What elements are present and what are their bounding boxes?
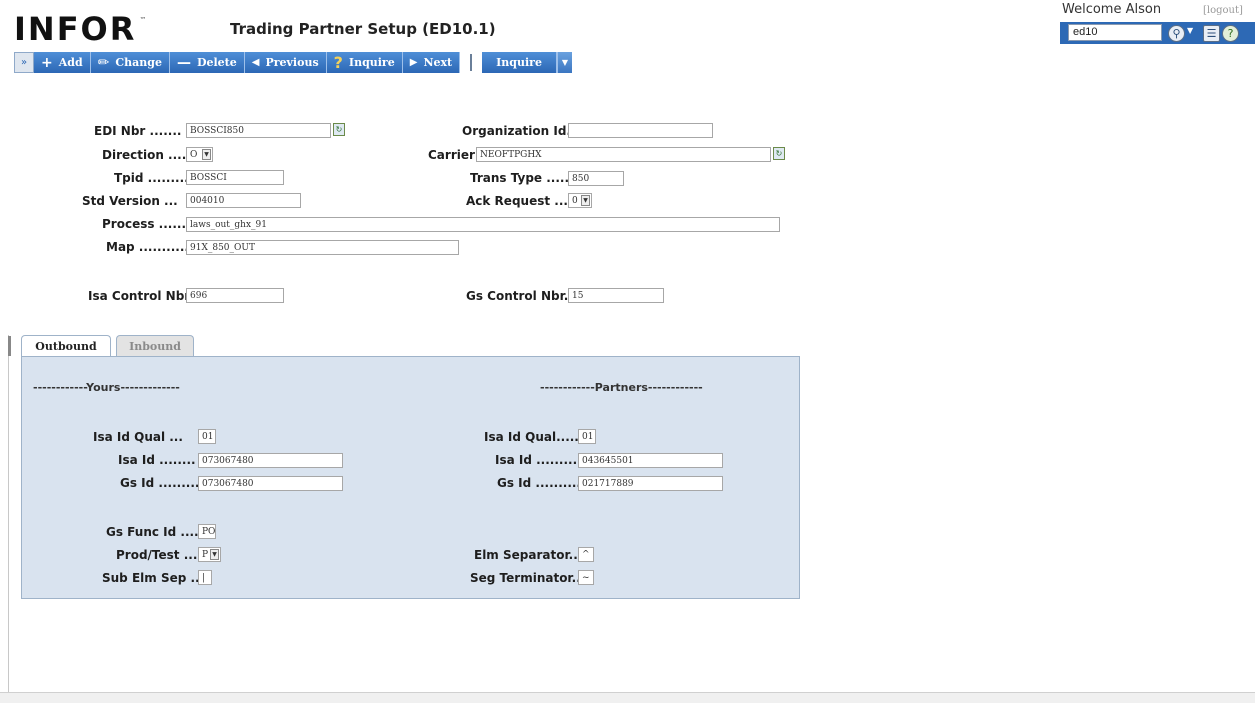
trans-type-label: Trans Type .....: [470, 171, 570, 185]
logo-trademark: ™: [139, 16, 147, 24]
chevron-down-icon[interactable]: ▼: [556, 52, 572, 73]
partners-isa-id-label: Isa Id .........: [495, 453, 578, 467]
org-id-field[interactable]: [568, 123, 713, 138]
next-button[interactable]: ▶ Next: [402, 52, 461, 73]
edi-nbr-field[interactable]: BOSSCI850: [186, 123, 331, 138]
elm-separator-label: Elm Separator...: [474, 548, 583, 562]
infor-logo: INFOR ™: [14, 12, 146, 46]
tab-inbound[interactable]: Inbound: [116, 335, 194, 357]
question-icon: ?: [333, 53, 343, 72]
search-icon[interactable]: ⚲: [1168, 25, 1185, 42]
search-dropdown-icon[interactable]: ▼: [1187, 26, 1193, 35]
yours-isa-qual-label: Isa Id Qual ...: [93, 430, 183, 444]
collapse-icon[interactable]: »: [14, 52, 34, 73]
gs-func-id-label: Gs Func Id ....: [106, 525, 199, 539]
ack-request-label: Ack Request ....: [466, 194, 573, 208]
yours-gs-id-field[interactable]: 073067480: [198, 476, 343, 491]
delete-button[interactable]: — Delete: [169, 52, 245, 73]
gs-func-id-field[interactable]: PO: [198, 524, 216, 539]
chevron-down-icon: ▼: [202, 149, 211, 160]
chevron-down-icon: ▼: [581, 195, 590, 206]
edi-nbr-lookup-icon[interactable]: ↻: [333, 123, 345, 136]
carrier-lookup-icon[interactable]: ↻: [773, 147, 785, 160]
elm-separator-field[interactable]: ^: [578, 547, 594, 562]
sub-elm-sep-label: Sub Elm Sep ...: [102, 571, 205, 585]
change-button[interactable]: ✏ Change: [90, 52, 170, 73]
help-icon[interactable]: ?: [1222, 25, 1239, 42]
inquire-menu-button[interactable]: Inquire: [482, 52, 557, 73]
page-title: Trading Partner Setup (ED10.1): [230, 20, 496, 38]
welcome-text: Welcome Alson: [1062, 2, 1162, 17]
yours-isa-id-field[interactable]: 073067480: [198, 453, 343, 468]
minus-icon: —: [176, 54, 191, 71]
logout-link[interactable]: [logout]: [1203, 5, 1243, 16]
seg-terminator-label: Seg Terminator..: [470, 571, 581, 585]
inquire-button[interactable]: ? Inquire: [326, 52, 403, 73]
carrier-field[interactable]: NEOFTPGHX: [476, 147, 771, 162]
org-id-label: Organization Id.: [462, 124, 571, 138]
plus-icon: +: [41, 54, 53, 71]
process-label: Process .......: [102, 217, 191, 231]
partners-gs-id-field[interactable]: 021717889: [578, 476, 723, 491]
carrier-label: Carrier: [428, 148, 475, 162]
tab-scroll-handle[interactable]: [8, 336, 11, 356]
left-edge-rule: [8, 335, 9, 695]
logo-text: INFOR: [14, 10, 137, 48]
direction-label: Direction .....: [102, 148, 191, 162]
gs-control-field[interactable]: 15: [568, 288, 664, 303]
add-button[interactable]: + Add: [34, 52, 91, 73]
partners-heading: ------------Partners------------: [540, 381, 703, 394]
sub-elm-sep-field[interactable]: |: [198, 570, 212, 585]
yours-isa-id-label: Isa Id ........: [118, 453, 196, 467]
ack-request-select[interactable]: 0 ▼: [568, 193, 592, 208]
isa-control-label: Isa Control Nbr: [88, 289, 191, 303]
toolbar: » + Add ✏ Change — Delete ◀ Previous ? I…: [14, 52, 572, 73]
right-arrow-icon: ▶: [409, 57, 418, 68]
partners-isa-qual-label: Isa Id Qual.....: [484, 430, 579, 444]
yours-heading: ------------Yours-------------: [33, 381, 180, 394]
map-label: Map ...........: [106, 240, 189, 254]
pencil-icon: ✏: [97, 54, 110, 71]
tab-outbound[interactable]: Outbound: [21, 335, 111, 357]
search-input[interactable]: ed10: [1068, 24, 1162, 41]
previous-button[interactable]: ◀ Previous: [244, 52, 327, 73]
process-field[interactable]: laws_out_ghx_91: [186, 217, 780, 232]
edi-nbr-label: EDI Nbr .......: [94, 124, 182, 138]
status-bar: [0, 692, 1255, 703]
left-arrow-icon: ◀: [251, 57, 260, 68]
std-version-label: Std Version ...: [82, 194, 178, 208]
seg-terminator-field[interactable]: ~: [578, 570, 594, 585]
isa-control-field[interactable]: 696: [186, 288, 284, 303]
tpid-label: Tpid ..........: [114, 171, 194, 185]
std-version-field[interactable]: 004010: [186, 193, 301, 208]
direction-select[interactable]: O ▼: [186, 147, 213, 162]
partners-isa-qual-field[interactable]: 01: [578, 429, 596, 444]
tpid-field[interactable]: BOSSCI: [186, 170, 284, 185]
map-field[interactable]: 91X_850_OUT: [186, 240, 459, 255]
gs-control-label: Gs Control Nbr..: [466, 289, 573, 303]
chevron-down-icon: ▼: [210, 549, 219, 560]
partners-isa-id-field[interactable]: 043645501: [578, 453, 723, 468]
toolbar-divider: [470, 54, 473, 71]
prod-test-select[interactable]: P ▼: [198, 547, 221, 562]
yours-gs-id-label: Gs Id .........: [120, 476, 200, 490]
partners-gs-id-label: Gs Id ..........: [497, 476, 581, 490]
trans-type-field[interactable]: 850: [568, 171, 624, 186]
bookmarks-icon[interactable]: ☰: [1203, 25, 1220, 42]
yours-isa-qual-field[interactable]: 01: [198, 429, 216, 444]
prod-test-label: Prod/Test .....: [116, 548, 207, 562]
